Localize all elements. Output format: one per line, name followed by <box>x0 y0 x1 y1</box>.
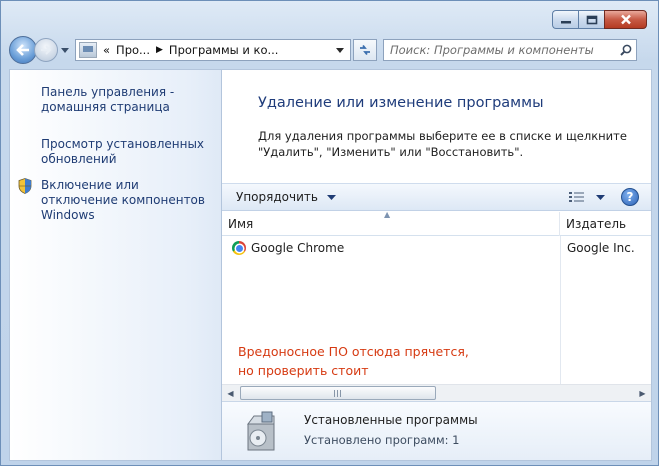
chrome-icon <box>232 241 246 255</box>
main-content: Удаление или изменение программы Для уда… <box>221 69 652 461</box>
close-icon <box>620 14 631 25</box>
address-bar[interactable]: « Про... ▶ Программы и ко... <box>75 39 351 61</box>
sidebar-item-windows-features[interactable]: Включение или отключение компонентов Win… <box>41 178 217 223</box>
search-icon[interactable] <box>616 44 636 56</box>
navigation-bar: « Про... ▶ Программы и ко... <box>9 36 650 64</box>
back-button[interactable] <box>9 36 37 64</box>
arrow-right-icon <box>41 45 52 55</box>
scrollbar-track[interactable] <box>239 385 634 401</box>
details-view-icon <box>569 192 584 202</box>
details-title: Установленные программы <box>304 413 478 427</box>
program-name: Google Chrome <box>251 241 345 255</box>
refresh-icon <box>360 44 370 56</box>
scroll-right-button[interactable]: ▶ <box>634 385 651 401</box>
maximize-button[interactable] <box>578 10 604 29</box>
column-header-publisher-label: Издатель <box>566 217 627 231</box>
address-dropdown[interactable] <box>330 40 350 60</box>
program-publisher: Google Inc. <box>567 241 635 255</box>
sidebar-item-view-installed-updates[interactable]: Просмотр установленных обновлений <box>41 137 217 167</box>
minimize-button[interactable] <box>552 10 578 29</box>
chevron-down-icon <box>326 194 336 200</box>
scroll-left-button[interactable]: ◀ <box>222 385 239 401</box>
table-row[interactable]: Google Chrome Google Inc. <box>222 238 651 258</box>
breadcrumb-item[interactable]: Про... <box>116 43 150 57</box>
caption-buttons <box>552 10 647 29</box>
minimize-icon <box>560 20 571 23</box>
shield-icon <box>18 178 32 194</box>
scrollbar-thumb[interactable] <box>240 386 436 400</box>
change-view-button[interactable] <box>568 190 586 204</box>
annotation-text: Вредоносное ПО отсюда прячется, но прове… <box>238 342 469 380</box>
column-header-name-label: Имя <box>228 217 254 231</box>
sidebar-item-control-panel-home[interactable]: Панель управления - домашняя страница <box>41 85 217 115</box>
page-description: Для удаления программы выберите ее в спи… <box>258 129 627 159</box>
search-input[interactable] <box>384 41 616 59</box>
arrow-left-icon <box>16 44 29 56</box>
annotation-line: но проверить стоит <box>238 363 369 378</box>
search-box[interactable] <box>383 39 637 61</box>
organize-button[interactable]: Упорядочить <box>236 190 336 204</box>
forward-button[interactable] <box>34 38 58 62</box>
annotation-line: Вредоносное ПО отсюда прячется, <box>238 344 469 359</box>
installed-programs-icon <box>247 411 275 451</box>
recent-pages-dropdown[interactable] <box>59 47 71 53</box>
breadcrumb-overflow[interactable]: « <box>103 43 110 57</box>
page-title: Удаление или изменение программы <box>258 95 544 111</box>
view-options-dropdown[interactable] <box>596 194 605 200</box>
control-panel-icon <box>79 42 97 58</box>
breadcrumb-item-current[interactable]: Программы и ко... <box>169 43 279 57</box>
details-subtitle: Установлено программ: 1 <box>304 433 460 447</box>
command-bar: Упорядочить ? <box>222 183 651 211</box>
column-header-publisher[interactable]: Издатель <box>560 212 651 236</box>
grip-icon <box>334 390 342 397</box>
program-name-cell: Google Chrome <box>222 241 560 255</box>
column-header-name[interactable]: ▲ Имя <box>222 210 560 236</box>
column-headers: ▲ Имя Издатель <box>222 210 651 236</box>
chevron-down-icon <box>61 47 69 53</box>
horizontal-scrollbar[interactable]: ◀ ▶ <box>222 384 651 401</box>
chevron-down-icon <box>336 47 344 53</box>
help-icon[interactable]: ? <box>621 188 639 206</box>
maximize-icon <box>586 15 597 24</box>
close-button[interactable] <box>604 10 647 29</box>
task-pane: Панель управления - домашняя страница Пр… <box>9 69 221 461</box>
refresh-button[interactable] <box>353 39 377 61</box>
organize-label: Упорядочить <box>236 190 318 204</box>
sort-ascending-icon: ▲ <box>384 210 391 219</box>
column-divider <box>560 236 561 384</box>
breadcrumb-separator-icon[interactable]: ▶ <box>156 45 163 55</box>
programs-window: « Про... ▶ Программы и ко... Панель упра… <box>0 0 659 466</box>
details-pane: Установленные программы Установлено прог… <box>222 401 651 460</box>
